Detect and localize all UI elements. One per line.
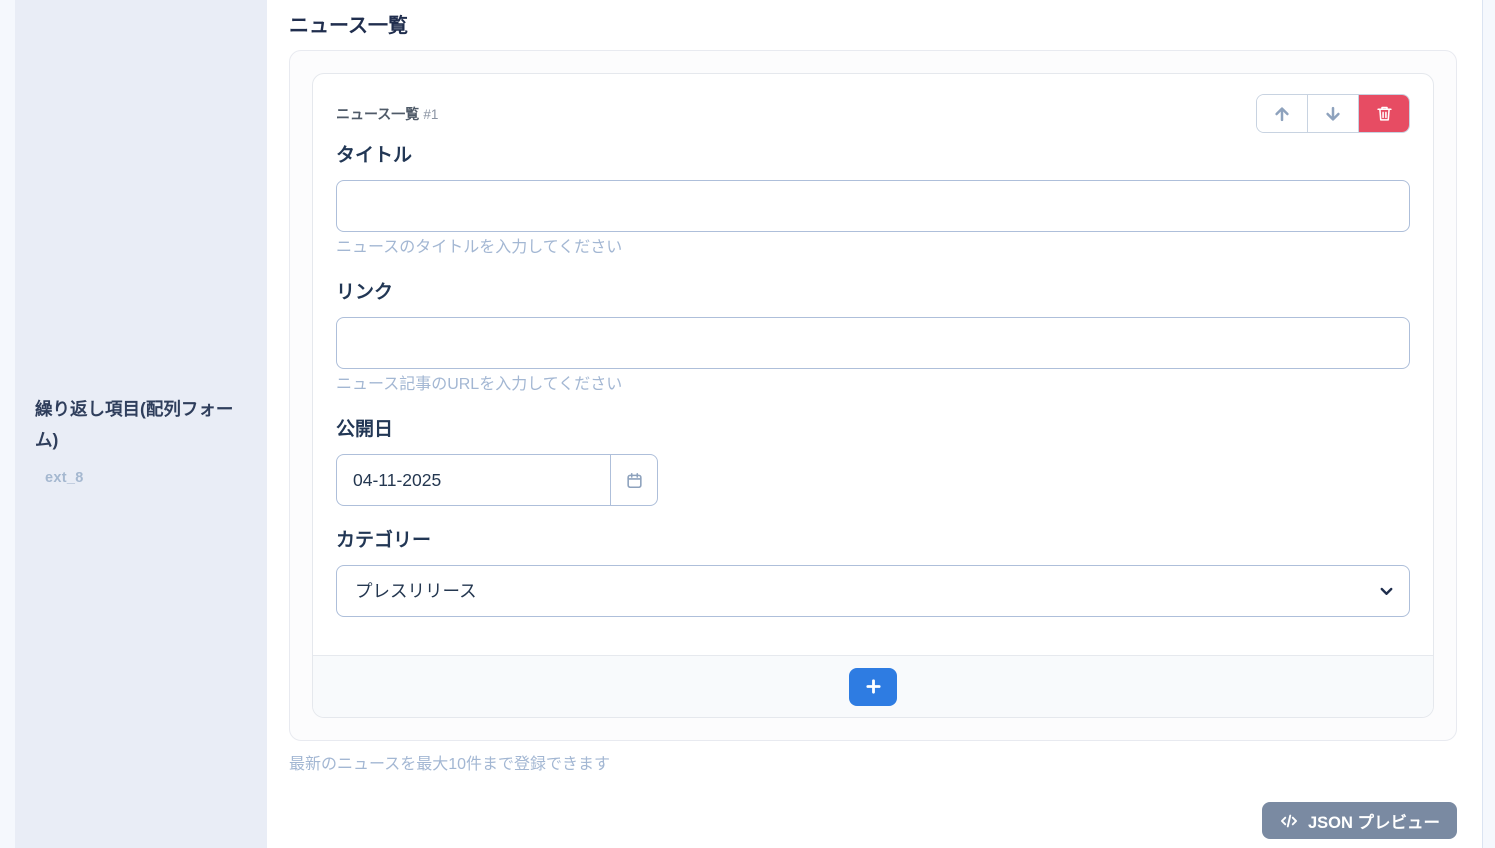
json-preview-button[interactable]: JSON プレビュー bbox=[1262, 802, 1457, 839]
array-footer bbox=[313, 655, 1433, 717]
arrow-down-icon bbox=[1323, 104, 1343, 124]
title-help-text: ニュースのタイトルを入力してください bbox=[336, 238, 1410, 258]
section-title: ニュース一覧 bbox=[289, 12, 1457, 40]
category-select-wrap: プレスリリース bbox=[336, 565, 1410, 617]
link-help-text: ニュース記事のURLを入力してください bbox=[336, 375, 1410, 395]
array-item-header: ニュース一覧 #1 bbox=[336, 94, 1410, 133]
form-main-area: ニュース一覧 ニュース一覧 #1 bbox=[267, 0, 1483, 848]
move-up-button[interactable] bbox=[1257, 95, 1308, 132]
item-controls-group bbox=[1256, 94, 1410, 133]
delete-item-button[interactable] bbox=[1359, 95, 1409, 132]
link-input[interactable] bbox=[336, 317, 1410, 369]
array-item-body: ニュース一覧 #1 bbox=[313, 74, 1433, 655]
move-down-button[interactable] bbox=[1308, 95, 1359, 132]
arrow-up-icon bbox=[1272, 104, 1292, 124]
array-field-card: ニュース一覧 #1 bbox=[289, 50, 1457, 741]
json-preview-label: JSON プレビュー bbox=[1308, 809, 1440, 833]
category-field-label: カテゴリー bbox=[336, 530, 1410, 551]
json-preview-row: JSON プレビュー bbox=[289, 802, 1457, 839]
array-item-title: ニュース一覧 #1 bbox=[336, 104, 438, 124]
date-picker-button[interactable] bbox=[610, 454, 658, 506]
trash-icon bbox=[1376, 105, 1393, 122]
array-item-card: ニュース一覧 #1 bbox=[312, 73, 1434, 718]
add-item-button[interactable] bbox=[849, 668, 897, 706]
date-input[interactable] bbox=[336, 454, 610, 506]
field-label-panel: 繰り返し項目(配列フォーム) ext_8 bbox=[15, 0, 267, 848]
form-row: 繰り返し項目(配列フォーム) ext_8 ニュース一覧 ニュース一覧 #1 bbox=[15, 0, 1483, 848]
code-icon bbox=[1279, 811, 1299, 831]
date-field-label: 公開日 bbox=[336, 419, 1410, 440]
date-input-group bbox=[336, 454, 658, 506]
field-label: 繰り返し項目(配列フォーム) bbox=[35, 394, 247, 456]
calendar-icon bbox=[625, 471, 644, 490]
link-field-label: リンク bbox=[336, 282, 1410, 303]
field-key: ext_8 bbox=[45, 470, 247, 486]
plus-icon bbox=[865, 678, 882, 695]
array-item-title-text: ニュース一覧 bbox=[336, 106, 419, 122]
array-help-text: 最新のニュースを最大10件まで登録できます bbox=[289, 750, 1457, 774]
title-input[interactable] bbox=[336, 180, 1410, 232]
category-select[interactable]: プレスリリース bbox=[336, 565, 1410, 617]
title-field-label: タイトル bbox=[336, 145, 1410, 166]
array-item-index: #1 bbox=[423, 107, 438, 122]
